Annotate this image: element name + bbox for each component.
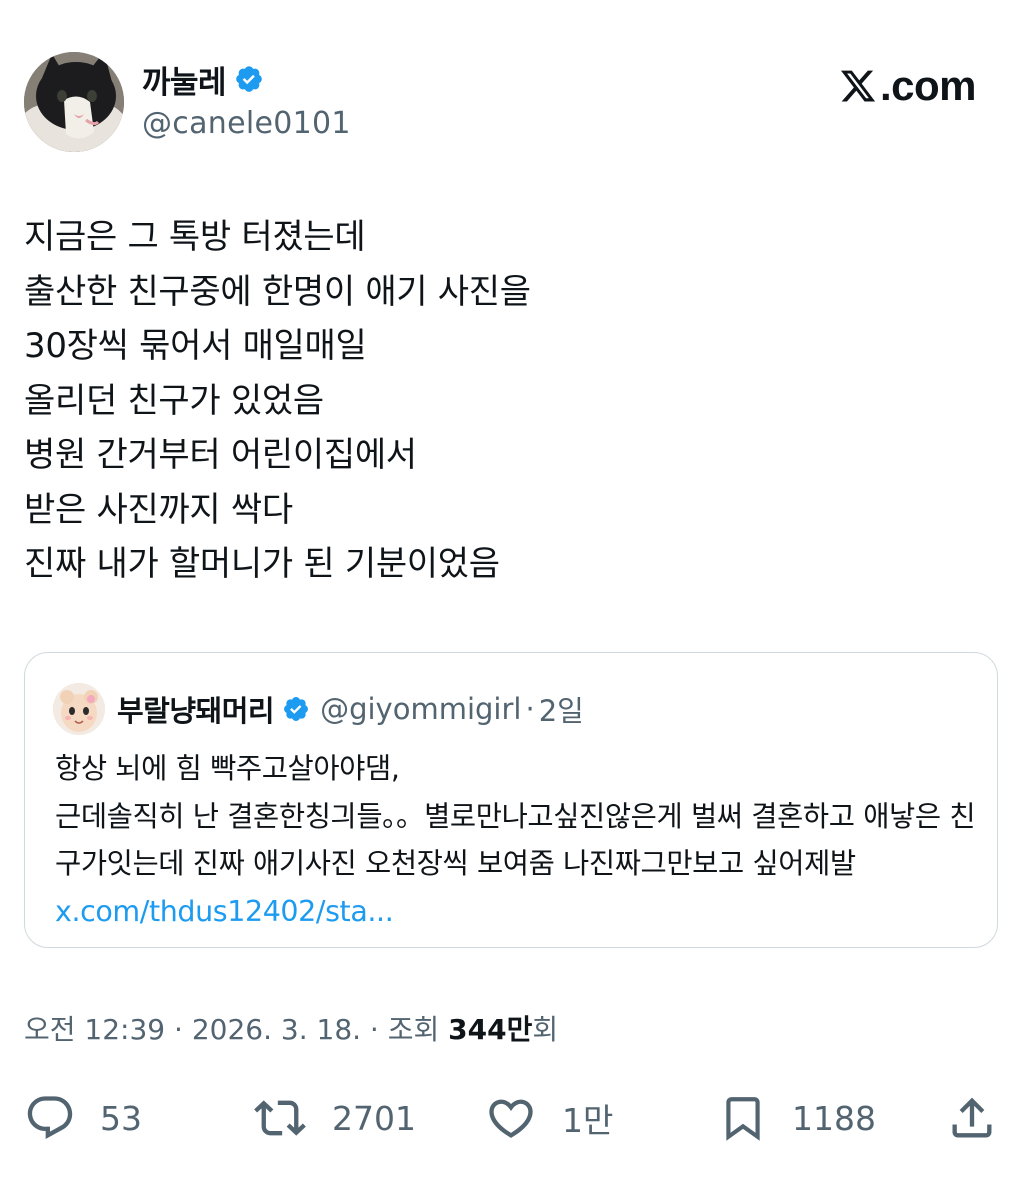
share-icon [952, 1097, 992, 1138]
like-icon [489, 1099, 533, 1138]
tweet-header: 까눌레 @canele0101 .com [24, 50, 1000, 154]
author-avatar[interactable] [24, 52, 124, 152]
reply-button[interactable]: 53 [24, 1088, 142, 1148]
quoted-tweet-text: 항상 뇌에 힘 빡주고살아야댐, 근데솔직히 난 결혼한칭긔들。。별로만나고싶진… [55, 745, 985, 935]
quoted-tweet[interactable]: 부랄냥돼머리 @giyommigirl · 2일 항상 뇌에 힘 빡주고살아야댐… [24, 652, 998, 948]
author-display-name[interactable]: 까눌레 [142, 57, 227, 102]
author-handle[interactable]: @canele0101 [142, 106, 351, 141]
separator-dot: · [525, 692, 535, 726]
like-button[interactable]: 1만 [484, 1088, 613, 1148]
site-logo-text: .com [879, 62, 977, 109]
quoted-author-avatar[interactable] [53, 683, 105, 735]
tweet-time[interactable]: 오전 12:39 [24, 1008, 165, 1048]
tweet-date[interactable]: 2026. 3. 18. [192, 1013, 361, 1046]
share-button[interactable] [946, 1088, 998, 1148]
repost-button[interactable]: 2701 [252, 1088, 416, 1148]
tweet-meta: 오전 12:39 · 2026. 3. 18. · 조회 344만 회 [24, 1008, 558, 1048]
site-logo: .com [838, 62, 977, 110]
reply-icon [27, 1096, 73, 1140]
meta-separator: · [361, 1013, 388, 1046]
quoted-tweet-header: 부랄냥돼머리 @giyommigirl · 2일 [53, 683, 584, 735]
views-label: 조회 [387, 1013, 449, 1046]
reply-count: 53 [100, 1098, 142, 1138]
quoted-author-display-name[interactable]: 부랄냥돼머리 [117, 688, 275, 730]
tweet-text: 지금은 그 톡방 터졌는데 출산한 친구중에 한명이 애기 사진을 30장씩 묶… [24, 217, 531, 584]
quoted-author-handle[interactable]: @giyommigirl [320, 692, 521, 726]
action-bar: 53 2701 1만 1188 [24, 1088, 1000, 1148]
quoted-tweet-body: 항상 뇌에 힘 빡주고살아야댐, 근데솔직히 난 결혼한칭긔들。。별로만나고싶진… [55, 752, 976, 880]
like-count: 1만 [562, 1101, 614, 1140]
meta-separator: · [165, 1013, 192, 1046]
x-logo-icon [840, 70, 876, 102]
author-info: 까눌레 @canele0101 [142, 57, 351, 142]
quoted-tweet-link[interactable]: x.com/thdus12402/sta... [55, 895, 394, 928]
views-suffix: 회 [532, 1013, 559, 1046]
views-count: 344만 [448, 1013, 533, 1046]
display-name-row: 까눌레 [142, 57, 351, 102]
quoted-tweet-time[interactable]: 2일 [539, 688, 584, 730]
verified-badge-icon [236, 66, 262, 92]
verified-badge-icon [284, 697, 309, 721]
bookmark-count: 1188 [792, 1098, 876, 1138]
repost-count: 2701 [332, 1098, 416, 1138]
bookmark-icon [726, 1097, 760, 1141]
repost-icon [254, 1100, 306, 1136]
bookmark-button[interactable]: 1188 [718, 1088, 876, 1148]
